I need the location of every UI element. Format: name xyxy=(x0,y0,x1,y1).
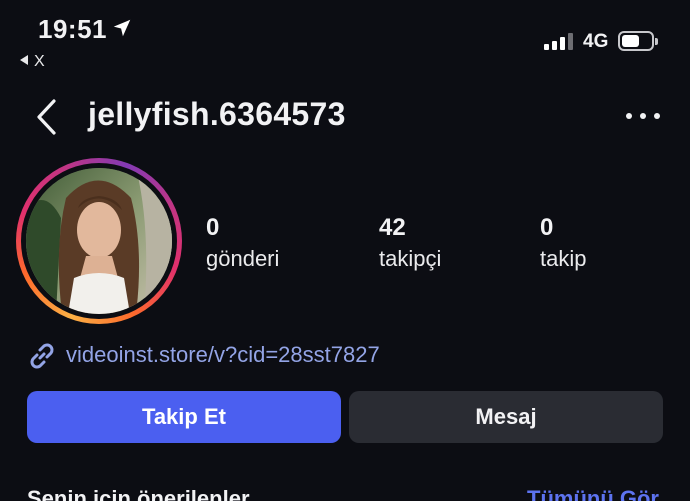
back-app-label: X xyxy=(34,53,45,70)
stat-following-value: 0 xyxy=(540,214,554,241)
link-icon xyxy=(30,343,54,369)
profile-username: jellyfish.6364573 xyxy=(88,96,346,132)
suggestions-title: Senin için önerilenler xyxy=(27,486,250,501)
stat-followers-label: takipçi xyxy=(379,246,442,271)
follow-button[interactable]: Takip Et xyxy=(27,391,341,443)
stat-followers[interactable]: 42 takipçi xyxy=(379,214,441,272)
back-to-app-button[interactable]: X xyxy=(20,53,45,71)
profile-screen: 19:51 X 4G jellyfish.6364573 0 gönderi 4… xyxy=(0,0,690,501)
stat-posts-label: gönderi xyxy=(206,246,280,271)
stat-following[interactable]: 0 takip xyxy=(540,214,586,272)
location-arrow-icon xyxy=(113,19,131,37)
stat-following-label: takip xyxy=(540,246,587,271)
battery-icon xyxy=(618,31,658,51)
more-dots-icon[interactable] xyxy=(626,112,660,122)
signal-icon xyxy=(544,32,576,50)
network-type: 4G xyxy=(583,31,609,52)
message-button[interactable]: Mesaj xyxy=(349,391,663,443)
stat-posts[interactable]: 0 gönderi xyxy=(206,214,279,272)
back-triangle-icon xyxy=(20,55,28,65)
story-ring[interactable] xyxy=(16,158,182,324)
stat-posts-value: 0 xyxy=(206,214,220,241)
status-time: 19:51 xyxy=(38,14,107,44)
avatar[interactable] xyxy=(26,168,172,314)
see-all-link[interactable]: Tümünü Gör xyxy=(527,486,659,501)
stat-followers-value: 42 xyxy=(379,214,406,241)
profile-link[interactable]: videoinst.store/v?cid=28sst7827 xyxy=(66,342,380,368)
back-chevron-icon[interactable] xyxy=(34,98,58,136)
